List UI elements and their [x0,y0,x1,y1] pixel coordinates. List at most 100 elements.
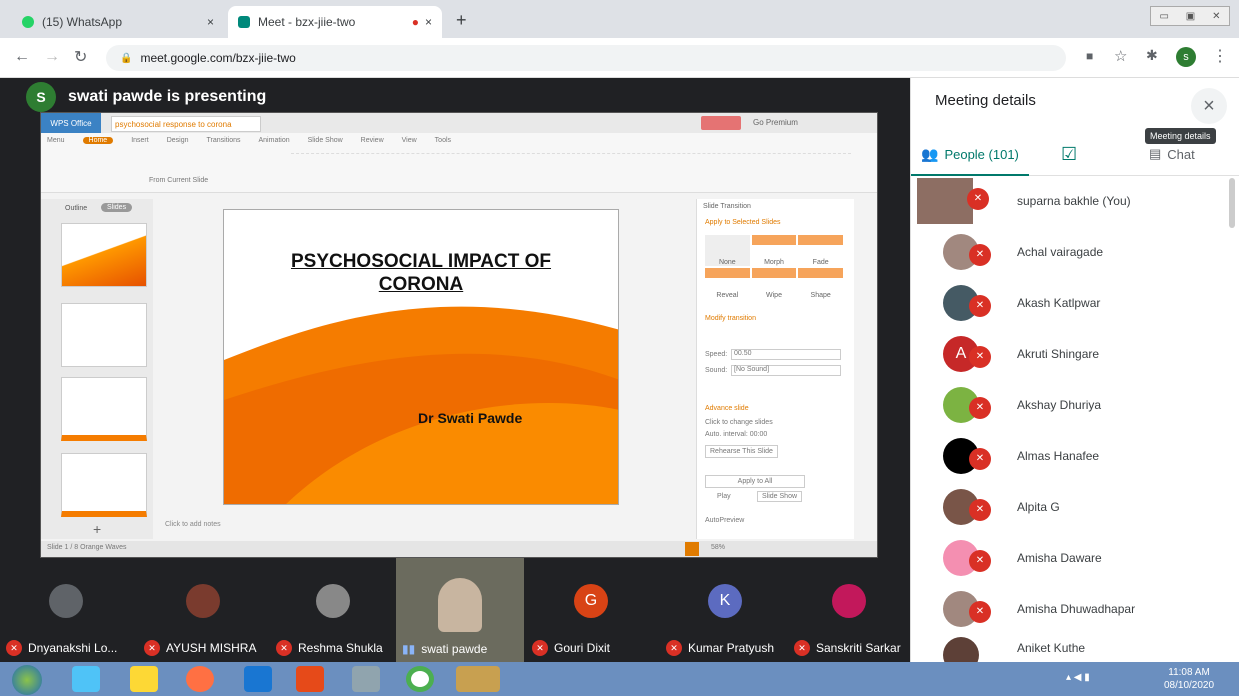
main-slide: PSYCHOSOCIAL IMPACT OF CORONA Dr Swati P… [223,209,619,505]
app-icon[interactable] [352,666,380,692]
shared-screen: WPS Office psychosocial response to coro… [40,112,878,558]
slide-transition-panel: Slide Transition Apply to Selected Slide… [696,199,854,539]
tab-meet[interactable]: Meet - bzx-jiie-two ● × [228,6,442,38]
person-name: Akash Katlpwar [1017,295,1101,310]
person-avatar: ✕ [943,437,991,474]
person-name: Aniket Kuthe [1017,641,1086,655]
tab-whatsapp[interactable]: (15) WhatsApp × [12,6,224,38]
minimize-icon[interactable]: ▭ [1159,11,1168,22]
chrome-icon[interactable] [406,666,434,692]
person-row[interactable]: ✕ Amisha Daware [911,532,1231,583]
person-row[interactable]: ✕ Alpita G [911,481,1231,532]
participant-tile[interactable]: G ✕ Gouri Dixit [526,558,656,662]
participant-tile[interactable]: K ✕ Kumar Pratyush [660,558,790,662]
clock-date: 08/10/2020 [1164,680,1215,691]
close-panel-button[interactable]: × [1191,88,1227,124]
bookmark-star-icon[interactable]: ☆ [1114,47,1127,65]
person-avatar: ✕ [943,386,991,423]
person-name: suparna bakhle (You) [1017,193,1131,208]
participant-avatar [49,584,83,618]
person-name: Akruti Shingare [1017,346,1100,361]
camera-icon[interactable]: ■ [1086,49,1093,63]
close-tab-button[interactable]: × [425,15,432,29]
presenter-avatar: S [26,82,56,112]
transition-option: None [705,235,750,266]
menu-kebab-icon[interactable]: ⋮ [1212,46,1228,66]
reload-icon[interactable]: ↻ [74,47,87,67]
person-row[interactable]: A ✕ Akruti Shingare [911,328,1231,379]
transition-grid: None Morph Fade Reveal Wipe Shape [705,235,843,299]
ribbon-tab: Design [166,137,189,144]
ribbon-tab: View [401,137,417,144]
extensions-icon[interactable]: ✱ [1146,47,1158,64]
transition-option: Reveal [705,268,750,299]
person-row[interactable]: ✕ suparna bakhle (You) [911,175,1231,226]
maximize-icon[interactable]: ▣ [1186,11,1195,22]
person-name: Alpita G [1017,499,1060,514]
mic-off-icon: ✕ [969,345,991,368]
ribbon: Menu Home Insert Design Transitions Anim… [41,133,877,193]
slide-title: PSYCHOSOCIAL IMPACT OF CORONA [224,250,618,296]
explorer-icon[interactable] [130,666,158,692]
person-row[interactable]: ✕ Achal vairagade [911,226,1231,277]
ribbon-tab: Transitions [206,137,241,144]
participant-avatar: K [708,584,742,618]
participant-tile[interactable]: ✕ Dnyanakshi Lo... [0,558,132,662]
active-app-icon[interactable] [456,666,500,692]
clock-time: 11:08 AM [1168,667,1210,678]
window-controls[interactable]: ▭ ▣ ✕ [1150,6,1230,26]
person-row[interactable]: ✕ Akash Katlpwar [911,277,1231,328]
participant-avatar [316,584,350,618]
document-tab: psychosocial response to corona [111,116,261,132]
play-slideshow-icon [685,542,699,556]
close-tab-button[interactable]: × [207,15,214,29]
url-bar[interactable]: 🔒 meet.google.com/bzx-jiie-two [106,45,1066,71]
person-avatar [943,637,979,662]
mic-off-icon: ✕ [6,640,22,656]
person-row[interactable]: ✕ Amisha Dhuwadhapar [911,583,1231,634]
lock-icon: 🔒 [120,52,133,64]
participant-tile[interactable]: ✕ Reshma Shukla [270,558,396,662]
sound-field: [No Sound] [731,365,841,376]
signin-button [701,116,741,130]
ribbon-tab: Menu [47,137,65,144]
speed-field: 00.50 [731,349,841,360]
slide-title-line1: PSYCHOSOCIAL IMPACT OF [290,251,552,272]
recording-icon: ● [411,15,419,29]
ribbon-tab: Home [82,137,114,144]
participant-tile-speaking[interactable]: ▮▮ swati pawde [396,558,524,662]
close-window-icon[interactable]: ✕ [1212,11,1220,22]
firefox-icon[interactable] [186,666,214,692]
start-button[interactable] [12,665,42,695]
profile-avatar[interactable]: s [1176,47,1196,67]
new-tab-button[interactable]: + [456,10,467,31]
participant-name: Kumar Pratyush [688,641,775,655]
slide-thumb-4 [61,453,147,517]
participant-video [438,578,482,632]
ribbon-tab: Tools [434,137,452,144]
transition-option: Shape [798,268,843,299]
activities-icon[interactable]: ☑ [1061,144,1077,165]
tab-chat[interactable]: ▤ Chat [1149,146,1195,162]
word-icon[interactable] [244,666,272,692]
person-row[interactable]: ✕ Akshay Dhuriya [911,379,1231,430]
participant-tile[interactable]: ✕ AYUSH MISHRA [138,558,268,662]
ie-icon[interactable] [72,666,100,692]
panel-tabs: 👥 People (101) ☑ ▤ Chat [911,138,1239,176]
from-current-slide: From Current Slide [149,177,209,184]
back-icon[interactable]: ← [14,48,30,66]
person-row[interactable]: Aniket Kuthe [911,634,1231,662]
powerpoint-icon[interactable] [296,666,324,692]
tab-people[interactable]: 👥 People (101) [921,146,1019,163]
modify-label: Modify transition [705,315,756,322]
forward-icon[interactable]: → [44,48,60,66]
zoom-level: 58% [711,544,726,551]
participant-tile[interactable]: ✕ Sanskriti Sarkar [788,558,910,662]
mic-off-icon: ✕ [794,640,810,656]
tray-icons[interactable]: ▴ ◀ ▮ [1066,672,1090,683]
person-name: Amisha Dhuwadhapar [1017,601,1136,616]
person-avatar: A ✕ [943,335,991,372]
clock[interactable]: 11:08 AM 08/10/2020 [1164,666,1214,692]
apply-selected-label: Apply to Selected Slides [705,219,781,226]
person-row[interactable]: ✕ Almas Hanafee [911,430,1231,481]
